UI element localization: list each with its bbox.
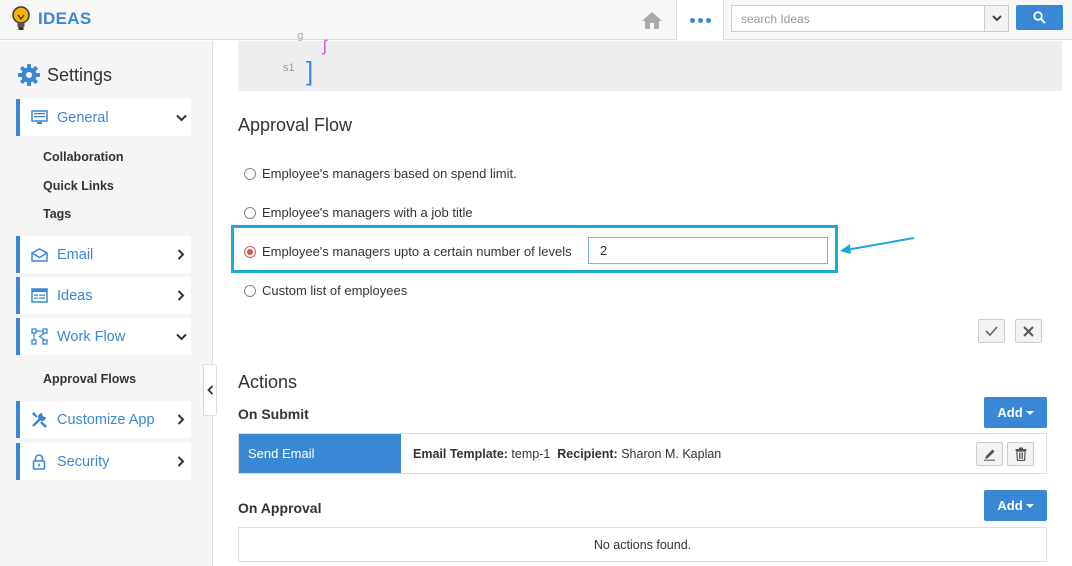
empty-state-message: No actions found. [238,527,1047,562]
home-icon [642,12,662,29]
sidebar-subitem-collaboration[interactable]: Collaboration [43,150,124,164]
sidebar-item-general[interactable]: General [16,99,191,136]
settings-heading: Settings [17,63,112,87]
chevron-left-icon [206,385,213,395]
radio-button[interactable] [244,206,256,219]
recipient-value: Sharon M. Kaplan [621,447,722,461]
workflow-icon [30,328,48,345]
delete-action-button[interactable] [1007,442,1034,466]
caret-down-icon [1025,410,1034,415]
search-box [731,5,1009,32]
diagram-connector: ʃ [323,38,327,55]
sidebar-item-label: General [57,109,109,126]
action-type: Send Email [239,434,401,473]
sidebar-subitem-approval-flows[interactable]: Approval Flows [43,372,136,386]
radio-button-selected[interactable] [244,245,256,258]
sidebar-item-label: Security [57,453,110,470]
diagram-glyph: g [297,29,304,42]
chevron-down-icon [171,333,191,341]
on-submit-heading: On Submit [238,406,309,422]
sidebar-item-work-flow[interactable]: Work Flow [16,318,191,355]
chevron-right-icon [171,290,191,301]
sidebar-item-email[interactable]: Email [16,236,191,273]
search-button[interactable] [1016,5,1063,30]
approval-option-job-title[interactable]: Employee's managers with a job title [244,205,473,220]
dot-icon [697,17,703,23]
top-bar: IDEAS [0,0,1072,40]
pointer-arrow-icon [840,237,915,254]
sidebar-subitem-quick-links[interactable]: Quick Links [43,179,114,193]
recipient-label: Recipient: [557,447,618,461]
search-input[interactable] [732,6,984,31]
levels-input[interactable] [588,237,828,264]
chevron-right-icon [171,249,191,260]
actions-title: Actions [238,372,298,392]
radio-label: Employee's managers with a job title [262,205,473,220]
radio-label: Custom list of employees [262,283,408,298]
radio-label: Employee's managers based on spend limit… [262,166,517,181]
sidebar-item-customize-app[interactable]: Customize App [16,401,191,438]
pencil-icon [984,449,995,461]
approval-option-spend-limit[interactable]: Employee's managers based on spend limit… [244,166,517,181]
monitor-icon [30,110,48,126]
sidebar-collapse-toggle[interactable] [203,364,217,416]
chevron-right-icon [171,414,191,425]
diagram-node-label: s1 [283,62,295,74]
add-on-approval-button[interactable]: Add [984,490,1047,521]
envelope-icon [30,247,48,263]
checkmark-icon [985,326,998,336]
approval-option-custom-list[interactable]: Custom list of employees [244,283,407,298]
home-button[interactable] [628,0,676,40]
dot-icon [689,17,695,23]
template-label: Email Template: [413,447,508,461]
add-on-submit-button[interactable]: Add [984,397,1047,428]
sidebar-item-ideas[interactable]: Ideas [16,277,191,314]
add-button-label: Add [997,498,1023,513]
radio-button[interactable] [244,167,256,180]
add-button-label: Add [997,405,1023,420]
tools-icon [30,412,48,428]
close-icon [1023,325,1034,337]
diagram-bracket: ] [306,56,314,86]
chevron-right-icon [171,456,191,467]
action-detail: Email Template: temp-1 Recipient: Sharon… [413,447,721,461]
settings-title: Settings [47,64,113,85]
list-window-icon [30,288,48,304]
chevron-down-icon [171,114,191,122]
flow-diagram-preview [238,41,1062,91]
approval-option-levels[interactable]: Employee's managers upto a certain numbe… [244,244,572,259]
approval-flow-title: Approval Flow [238,115,353,135]
app-name: IDEAS [38,9,92,28]
sidebar-item-label: Work Flow [57,328,126,345]
dot-icon [705,17,711,23]
radio-button[interactable] [244,284,256,297]
gear-icon [18,64,40,86]
lock-icon [30,453,48,470]
search-icon [1033,11,1046,24]
sidebar-item-label: Customize App [57,411,155,428]
sidebar-subitem-tags[interactable]: Tags [43,207,71,221]
sidebar-item-label: Email [57,246,94,263]
caret-down-icon [1025,503,1034,508]
sidebar-item-security[interactable]: Security [16,443,191,480]
cancel-button[interactable] [1015,319,1042,343]
more-apps-button[interactable] [676,0,724,40]
edit-action-button[interactable] [976,442,1003,466]
on-approval-heading: On Approval [238,500,322,516]
lightbulb-icon [12,6,30,30]
trash-icon [1015,447,1026,461]
sidebar-item-label: Ideas [57,287,93,304]
table-row: Send Email Email Template: temp-1 Recipi… [238,433,1047,474]
search-dropdown-button[interactable] [984,6,1008,31]
template-value: temp-1 [511,447,551,461]
radio-label: Employee's managers upto a certain numbe… [262,244,572,259]
confirm-button[interactable] [978,319,1005,343]
app-logo[interactable]: IDEAS [10,5,91,33]
chevron-down-icon [991,15,1002,22]
